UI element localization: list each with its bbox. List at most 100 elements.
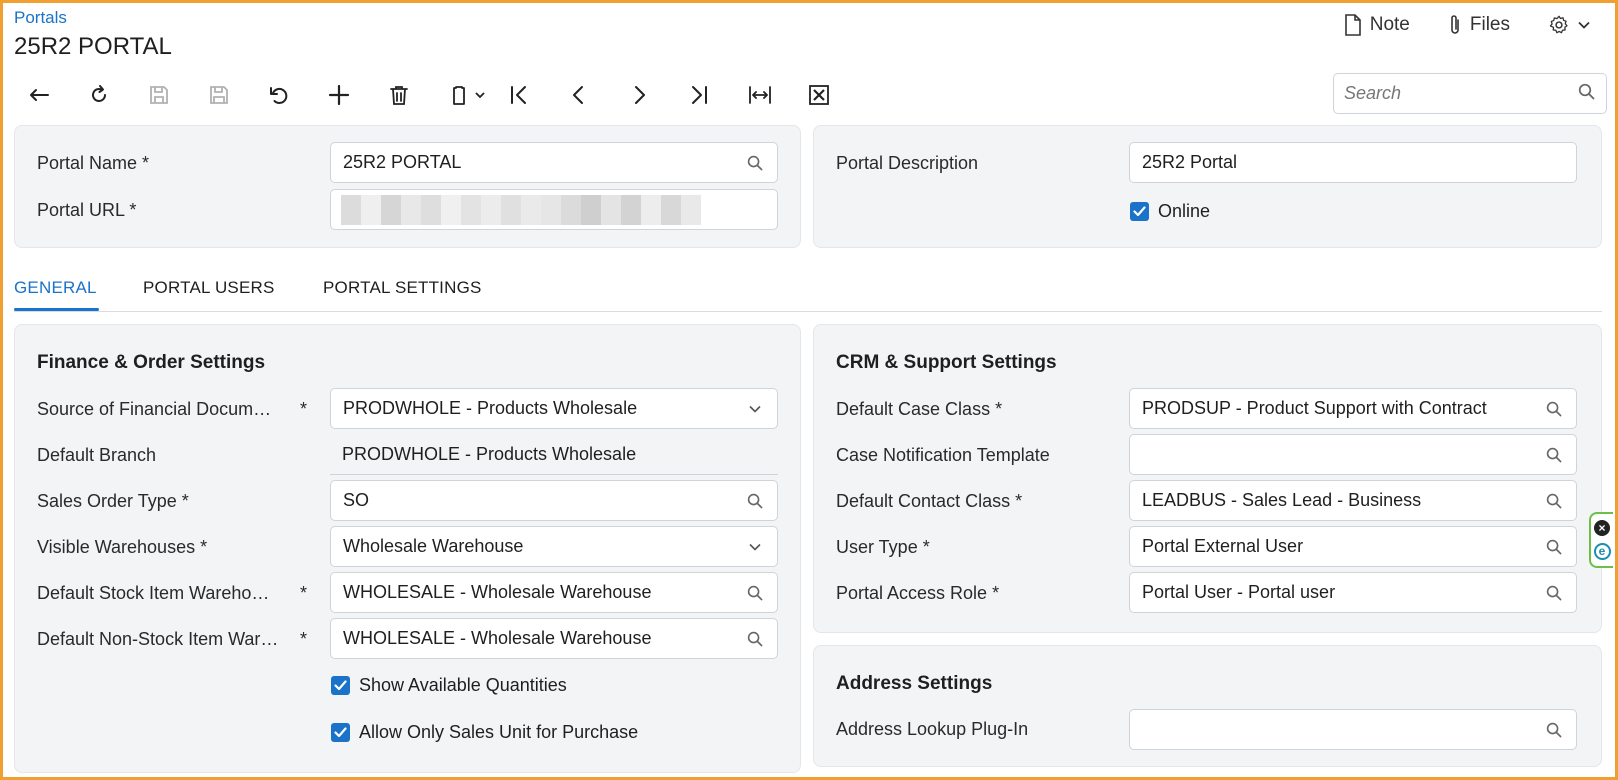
tab-portal-users[interactable]: PORTAL USERS	[143, 278, 275, 298]
default-nonstock-warehouse-field[interactable]: WHOLESALE - Wholesale Warehouse	[330, 618, 778, 659]
note-button[interactable]: Note	[1344, 14, 1410, 36]
crm-support-panel: CRM & Support Settings Default Case Clas…	[813, 324, 1602, 633]
required-marker: *	[300, 399, 308, 419]
fit-width-icon	[748, 84, 772, 106]
allow-sales-unit-row[interactable]: Allow Only Sales Unit for Purchase	[331, 722, 638, 743]
search-icon[interactable]	[745, 155, 765, 171]
close-icon[interactable]: ×	[1594, 520, 1610, 537]
tab-portal-settings[interactable]: PORTAL SETTINGS	[323, 278, 482, 298]
previous-record-button[interactable]	[562, 78, 622, 112]
fit-width-button[interactable]	[742, 78, 802, 112]
portal-description-label: Portal Description	[836, 153, 979, 173]
clipboard-icon	[448, 84, 486, 106]
online-checkbox-row[interactable]: Online	[1130, 201, 1210, 222]
default-nonstock-warehouse-value: WHOLESALE - Wholesale Warehouse	[343, 628, 652, 648]
extension-icon[interactable]: e	[1593, 542, 1611, 560]
page-title: 25R2 PORTAL	[14, 33, 172, 60]
search-icon[interactable]	[1544, 447, 1564, 463]
undo-icon	[268, 84, 290, 106]
show-available-quantities-checkbox[interactable]	[331, 676, 350, 695]
search-icon[interactable]	[745, 585, 765, 601]
source-financial-docs-label: Source of Financial Docum…	[37, 399, 272, 419]
back-button[interactable]	[22, 78, 82, 112]
search-input[interactable]	[1344, 83, 1578, 104]
breadcrumb[interactable]: Portals	[14, 8, 67, 28]
tab-general[interactable]: GENERAL	[14, 278, 97, 298]
search-box	[1333, 73, 1607, 114]
default-branch-value: PRODWHOLE - Products Wholesale	[330, 434, 778, 475]
chevron-down-icon[interactable]	[745, 405, 765, 413]
default-case-class-label: Default Case Class *	[836, 399, 1003, 419]
portal-url-field[interactable]	[330, 189, 778, 230]
default-contact-class-value: LEADBUS - Sales Lead - Business	[1142, 490, 1422, 510]
trash-icon	[388, 84, 410, 106]
search-icon[interactable]	[1544, 401, 1564, 417]
default-contact-class-label: Default Contact Class *	[836, 491, 1023, 511]
summary-right-panel: Portal Description 25R2 Portal Online	[813, 125, 1602, 248]
paperclip-icon	[1448, 14, 1462, 36]
address-lookup-field[interactable]	[1129, 709, 1577, 750]
portal-name-field[interactable]: 25R2 PORTAL	[330, 142, 778, 183]
export-excel-button[interactable]	[802, 78, 862, 112]
portal-access-role-field[interactable]: Portal User - Portal user	[1129, 572, 1577, 613]
search-icon[interactable]	[1578, 83, 1595, 105]
first-icon	[508, 84, 530, 106]
required-marker: *	[300, 583, 308, 603]
refresh-button[interactable]	[82, 78, 142, 112]
default-case-class-field[interactable]: PRODSUP - Product Support with Contract	[1129, 388, 1577, 429]
summary-left-panel: Portal Name * 25R2 PORTAL Portal URL *	[14, 125, 801, 248]
add-button[interactable]	[322, 78, 382, 112]
last-record-button[interactable]	[682, 78, 742, 112]
settings-menu-button[interactable]	[1548, 14, 1590, 36]
first-record-button[interactable]	[502, 78, 562, 112]
save-button[interactable]	[202, 78, 262, 112]
user-type-field[interactable]: Portal External User	[1129, 526, 1577, 567]
files-label: Files	[1469, 14, 1510, 35]
allow-sales-unit-checkbox[interactable]	[331, 723, 350, 742]
side-widget[interactable]: × e	[1589, 512, 1613, 568]
clipboard-menu-button[interactable]	[442, 78, 502, 112]
save-close-icon	[148, 84, 170, 106]
visible-warehouses-value: Wholesale Warehouse	[343, 536, 524, 556]
show-available-quantities-row[interactable]: Show Available Quantities	[331, 675, 567, 696]
case-notification-template-field[interactable]	[1129, 434, 1577, 475]
crm-section-title: CRM & Support Settings	[836, 352, 1057, 373]
chevron-down-icon[interactable]	[745, 543, 765, 551]
refresh-icon	[88, 84, 110, 106]
finance-section-title: Finance & Order Settings	[37, 352, 266, 373]
undo-button[interactable]	[262, 78, 322, 112]
search-icon[interactable]	[745, 631, 765, 647]
visible-warehouses-select[interactable]: Wholesale Warehouse	[330, 526, 778, 567]
save-close-button[interactable]	[142, 78, 202, 112]
toolbar	[22, 78, 862, 112]
next-record-button[interactable]	[622, 78, 682, 112]
sales-order-type-value: SO	[343, 490, 370, 510]
delete-button[interactable]	[382, 78, 442, 112]
top-actions: Note Files	[1344, 14, 1590, 36]
default-stock-warehouse-value: WHOLESALE - Wholesale Warehouse	[343, 582, 652, 602]
address-lookup-label: Address Lookup Plug-In	[836, 719, 1029, 739]
source-financial-docs-select[interactable]: PRODWHOLE - Products Wholesale	[330, 388, 778, 429]
search-icon[interactable]	[1544, 493, 1564, 509]
default-branch-label: Default Branch	[37, 445, 157, 465]
default-stock-warehouse-field[interactable]: WHOLESALE - Wholesale Warehouse	[330, 572, 778, 613]
sales-order-type-field[interactable]: SO	[330, 480, 778, 521]
default-contact-class-field[interactable]: LEADBUS - Sales Lead - Business	[1129, 480, 1577, 521]
portal-description-value: 25R2 Portal	[1142, 152, 1238, 172]
portal-url-label: Portal URL *	[37, 200, 137, 220]
search-icon[interactable]	[1544, 722, 1564, 738]
finance-order-panel: Finance & Order Settings Source of Finan…	[14, 324, 801, 773]
last-icon	[688, 84, 710, 106]
search-icon[interactable]	[745, 493, 765, 509]
sales-order-type-label: Sales Order Type *	[37, 491, 189, 511]
search-icon[interactable]	[1544, 585, 1564, 601]
address-settings-panel: Address Settings Address Lookup Plug-In	[813, 645, 1602, 767]
note-label: Note	[1369, 14, 1410, 35]
online-checkbox[interactable]	[1130, 202, 1149, 221]
search-icon[interactable]	[1544, 539, 1564, 555]
portal-access-role-label: Portal Access Role *	[836, 583, 1000, 603]
files-button[interactable]: Files	[1448, 14, 1510, 36]
chevron-down-icon	[1578, 21, 1590, 29]
case-notification-template-label: Case Notification Template	[836, 445, 1050, 465]
portal-description-field[interactable]: 25R2 Portal	[1129, 142, 1577, 183]
